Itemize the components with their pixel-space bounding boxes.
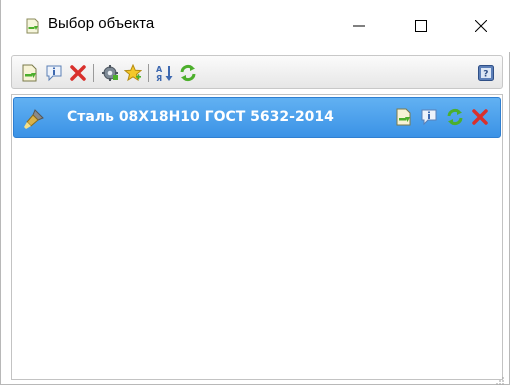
help-icon: ?: [478, 65, 494, 81]
refresh-button[interactable]: [178, 63, 198, 83]
help-glyph: ?: [483, 70, 488, 80]
svg-text:Я: Я: [156, 74, 162, 82]
refresh-icon: [447, 108, 463, 126]
sort-icon: A Я: [156, 65, 173, 82]
info-button[interactable]: [44, 63, 64, 83]
add-star-icon: [124, 64, 142, 82]
row-delete-button[interactable]: [470, 107, 490, 127]
minimize-button[interactable]: [331, 0, 387, 52]
material-brush-icon: [23, 108, 44, 129]
sort-button[interactable]: A Я: [155, 63, 175, 83]
open-document-icon: [396, 108, 411, 126]
help-button[interactable]: ?: [476, 63, 496, 83]
add-favorite-button[interactable]: [123, 63, 143, 83]
delete-icon: [472, 109, 488, 125]
svg-text:A: A: [156, 65, 163, 74]
minimize-icon: [353, 25, 365, 27]
maximize-button[interactable]: [393, 0, 449, 52]
list-item[interactable]: Сталь 08Х18Н10 ГОСТ 5632-2014: [13, 97, 501, 138]
close-button[interactable]: [453, 0, 509, 52]
maximize-icon: [415, 20, 427, 32]
settings-button[interactable]: [100, 63, 120, 83]
info-icon: [46, 65, 62, 82]
open-document-button[interactable]: [20, 63, 40, 83]
refresh-icon: [180, 64, 196, 82]
toolbar: A Я ?: [11, 55, 503, 89]
list-item-label: Сталь 08Х18Н10 ГОСТ 5632-2014: [67, 109, 334, 125]
object-selection-window: Выбор объекта A Я ? Сталь 08Х18Н10 ГОСТ …: [0, 0, 510, 385]
toolbar-separator: [93, 64, 94, 82]
app-document-icon: [25, 18, 41, 34]
row-refresh-button[interactable]: [445, 107, 465, 127]
window-title: Выбор объекта: [48, 15, 155, 32]
resize-grip-icon[interactable]: [495, 371, 505, 385]
open-document-icon: [22, 64, 37, 82]
settings-gear-icon: [102, 65, 118, 81]
row-open-button[interactable]: [394, 107, 414, 127]
close-icon: [475, 20, 487, 32]
delete-button[interactable]: [68, 63, 88, 83]
delete-icon: [70, 65, 86, 81]
info-icon: [421, 109, 437, 126]
toolbar-separator: [148, 64, 149, 82]
row-info-button[interactable]: [419, 107, 439, 127]
title-bar[interactable]: Выбор объекта: [1, 0, 510, 52]
